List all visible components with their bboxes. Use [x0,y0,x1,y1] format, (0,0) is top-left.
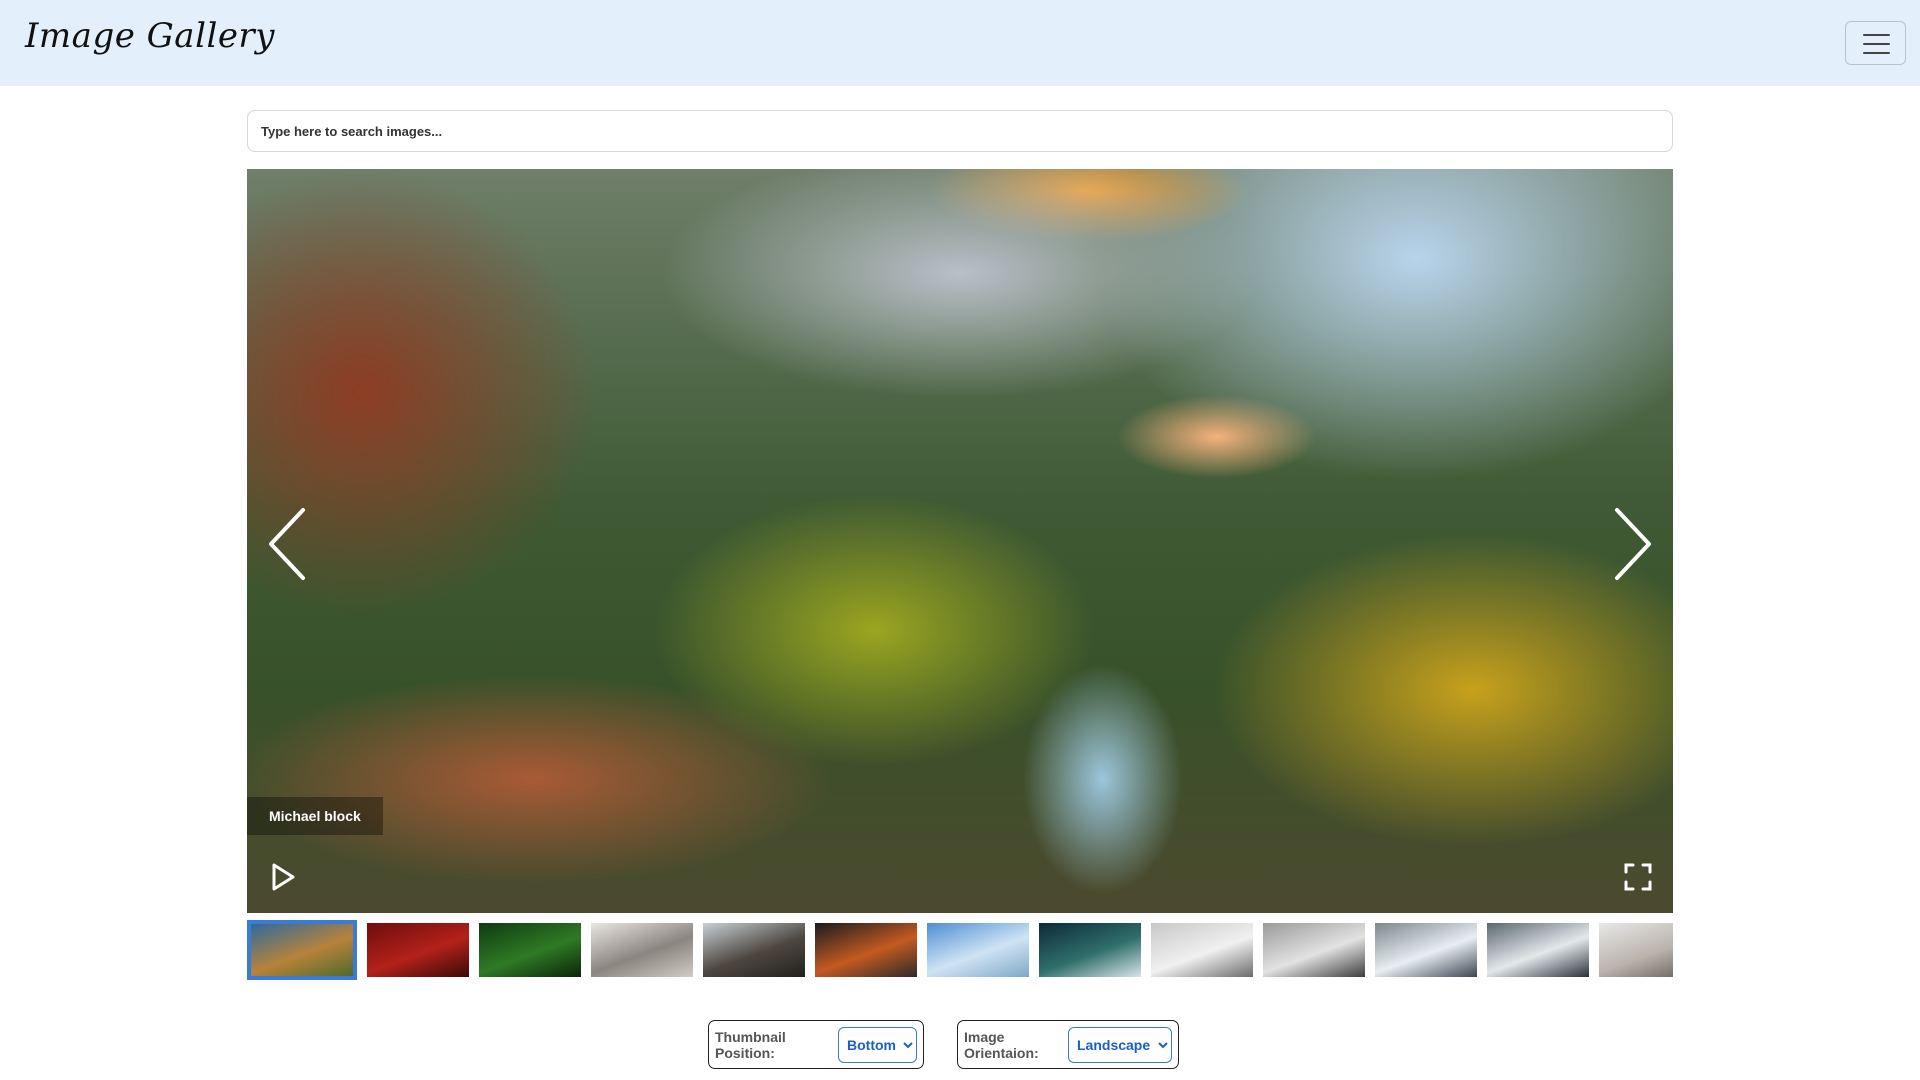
thumbnail-position-control: Thumbnail Position: Bottom [708,1020,924,1069]
chevron-right-icon [1615,508,1651,580]
thumbnail-item[interactable] [367,923,469,977]
thumbnail-item[interactable] [927,923,1029,977]
thumbnail-item[interactable] [703,923,805,977]
thumbnail-item[interactable] [1263,923,1365,977]
fullscreen-button[interactable] [1622,861,1654,893]
brand-title[interactable]: Image Gallery [25,16,275,56]
menu-toggle-button[interactable] [1845,21,1906,65]
fullscreen-icon [1624,863,1652,891]
next-button[interactable] [1605,504,1655,584]
thumbnail-item[interactable] [1599,923,1673,977]
image-orientation-select[interactable]: Landscape [1068,1026,1172,1063]
thumbnail-item[interactable] [247,920,357,980]
navbar: Image Gallery [0,0,1920,86]
image-orientation-control: Image Orientaion: Landscape [957,1020,1179,1069]
thumbnail-position-label: Thumbnail Position: [715,1028,786,1061]
main-image[interactable]: Michael block [247,169,1673,913]
thumbnail-item[interactable] [1375,923,1477,977]
thumbnail-item[interactable] [1487,923,1589,977]
thumbnail-item[interactable] [815,923,917,977]
thumbnail-item[interactable] [1151,923,1253,977]
play-icon [272,863,295,891]
thumbnail-position-select[interactable]: Bottom [838,1026,917,1063]
chevron-left-icon [269,508,305,580]
previous-button[interactable] [265,504,315,584]
thumbnail-item[interactable] [479,923,581,977]
thumbnail-item[interactable] [1039,923,1141,977]
play-button[interactable] [269,861,297,893]
image-caption: Michael block [247,797,383,835]
thumbnail-strip [247,920,1673,980]
image-orientation-label: Image Orientaion: [964,1028,1039,1061]
thumbnail-item[interactable] [591,923,693,977]
search-input[interactable] [247,110,1673,152]
